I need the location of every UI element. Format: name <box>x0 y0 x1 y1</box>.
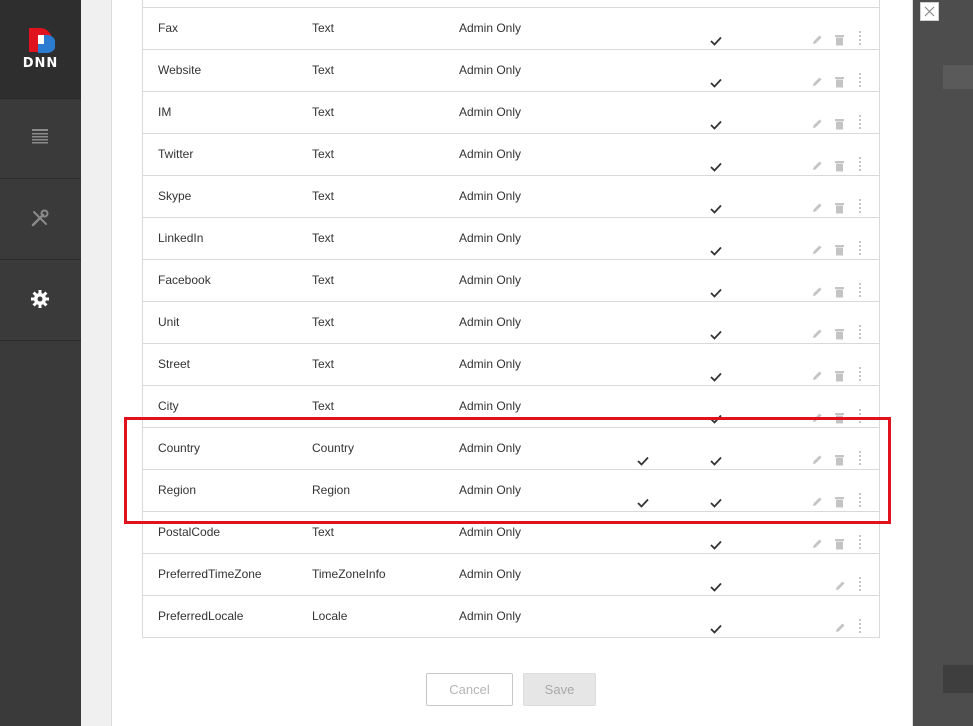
property-data-type: Region <box>312 483 351 497</box>
table-top <box>142 0 880 7</box>
property-visibility: Admin Only <box>459 273 522 287</box>
property-visibility: Admin Only <box>459 357 522 371</box>
property-visibility: Admin Only <box>459 105 522 119</box>
background-band <box>943 665 973 693</box>
property-visibility: Admin Only <box>459 63 522 77</box>
close-button[interactable] <box>920 2 939 21</box>
table-row[interactable]: Street Text Admin Only <box>143 344 879 386</box>
table-row[interactable]: Facebook Text Admin Only <box>143 260 879 302</box>
property-data-type: Locale <box>312 609 348 623</box>
property-name: Unit <box>158 315 180 329</box>
table-row[interactable]: Fax Text Admin Only <box>143 8 879 50</box>
property-name: PreferredTimeZone <box>158 567 262 581</box>
table-row[interactable]: LinkedIn Text Admin Only <box>143 218 879 260</box>
property-name: Facebook <box>158 273 211 287</box>
drag-handle-icon[interactable] <box>858 609 862 650</box>
page-background-right <box>911 0 973 726</box>
property-visibility: Admin Only <box>459 231 522 245</box>
property-name: PreferredLocale <box>158 609 244 623</box>
enabled-check-icon <box>710 610 722 651</box>
profile-properties-table: Fax Text Admin Only Website Text Admin Only IM… <box>142 7 880 638</box>
property-name: Twitter <box>158 147 194 161</box>
property-data-type: Text <box>312 189 335 203</box>
property-data-type: Text <box>312 273 335 287</box>
property-data-type: Text <box>312 147 335 161</box>
table-row[interactable]: Website Text Admin Only <box>143 50 879 92</box>
property-name: Street <box>158 357 191 371</box>
table-row[interactable]: Country Country Admin Only <box>143 428 879 470</box>
property-data-type: Text <box>312 231 335 245</box>
background-band <box>943 65 973 89</box>
property-name: LinkedIn <box>158 231 204 245</box>
logo-text: DNN <box>22 56 59 71</box>
table-row[interactable]: PreferredTimeZone TimeZoneInfo Admin Only <box>143 554 879 596</box>
property-name: City <box>158 399 179 413</box>
sidebar-item-tools[interactable] <box>0 179 81 260</box>
property-data-type: Text <box>312 315 335 329</box>
edit-icon[interactable] <box>834 610 846 651</box>
dnn-logo[interactable]: DNN <box>0 0 81 99</box>
table-row[interactable]: Unit Text Admin Only <box>143 302 879 344</box>
property-visibility: Admin Only <box>459 567 522 581</box>
property-name: IM <box>158 105 172 119</box>
property-data-type: Text <box>312 525 335 539</box>
sidebar-item-content[interactable] <box>0 98 81 179</box>
property-name: Fax <box>158 21 179 35</box>
property-name: PostalCode <box>158 525 221 539</box>
table-row[interactable]: Skype Text Admin Only <box>143 176 879 218</box>
property-visibility: Admin Only <box>459 147 522 161</box>
property-data-type: Text <box>312 105 335 119</box>
property-data-type: Text <box>312 63 335 77</box>
table-row[interactable]: PreferredLocale Locale Admin Only <box>143 596 879 638</box>
property-name: Country <box>158 441 201 455</box>
table-row[interactable]: City Text Admin Only <box>143 386 879 428</box>
property-visibility: Admin Only <box>459 525 522 539</box>
settings-icon <box>31 290 49 308</box>
property-data-type: Text <box>312 21 335 35</box>
cancel-button[interactable]: Cancel <box>426 673 513 706</box>
property-data-type: Country <box>312 441 355 455</box>
property-visibility: Admin Only <box>459 483 522 497</box>
dnn-logo-mark <box>29 28 55 53</box>
property-data-type: Text <box>312 357 335 371</box>
property-visibility: Admin Only <box>459 609 522 623</box>
property-visibility: Admin Only <box>459 189 522 203</box>
property-data-type: Text <box>312 399 335 413</box>
property-name: Website <box>158 63 202 77</box>
table-row[interactable]: PostalCode Text Admin Only <box>143 512 879 554</box>
persona-bar: DNN <box>0 0 81 726</box>
property-visibility: Admin Only <box>459 399 522 413</box>
property-data-type: TimeZoneInfo <box>312 567 386 581</box>
property-visibility: Admin Only <box>459 21 522 35</box>
save-button[interactable]: Save <box>523 673 596 706</box>
table-row[interactable]: Region Region Admin Only <box>143 470 879 512</box>
sidebar-item-settings[interactable] <box>0 260 81 341</box>
table-row[interactable]: Twitter Text Admin Only <box>143 134 879 176</box>
table-row[interactable]: IM Text Admin Only <box>143 92 879 134</box>
page-background <box>81 0 111 726</box>
tools-icon <box>31 209 49 227</box>
property-name: Region <box>158 483 197 497</box>
content-icon <box>32 129 48 144</box>
property-visibility: Admin Only <box>459 441 522 455</box>
close-icon <box>924 6 935 17</box>
property-visibility: Admin Only <box>459 315 522 329</box>
property-name: Skype <box>158 189 192 203</box>
